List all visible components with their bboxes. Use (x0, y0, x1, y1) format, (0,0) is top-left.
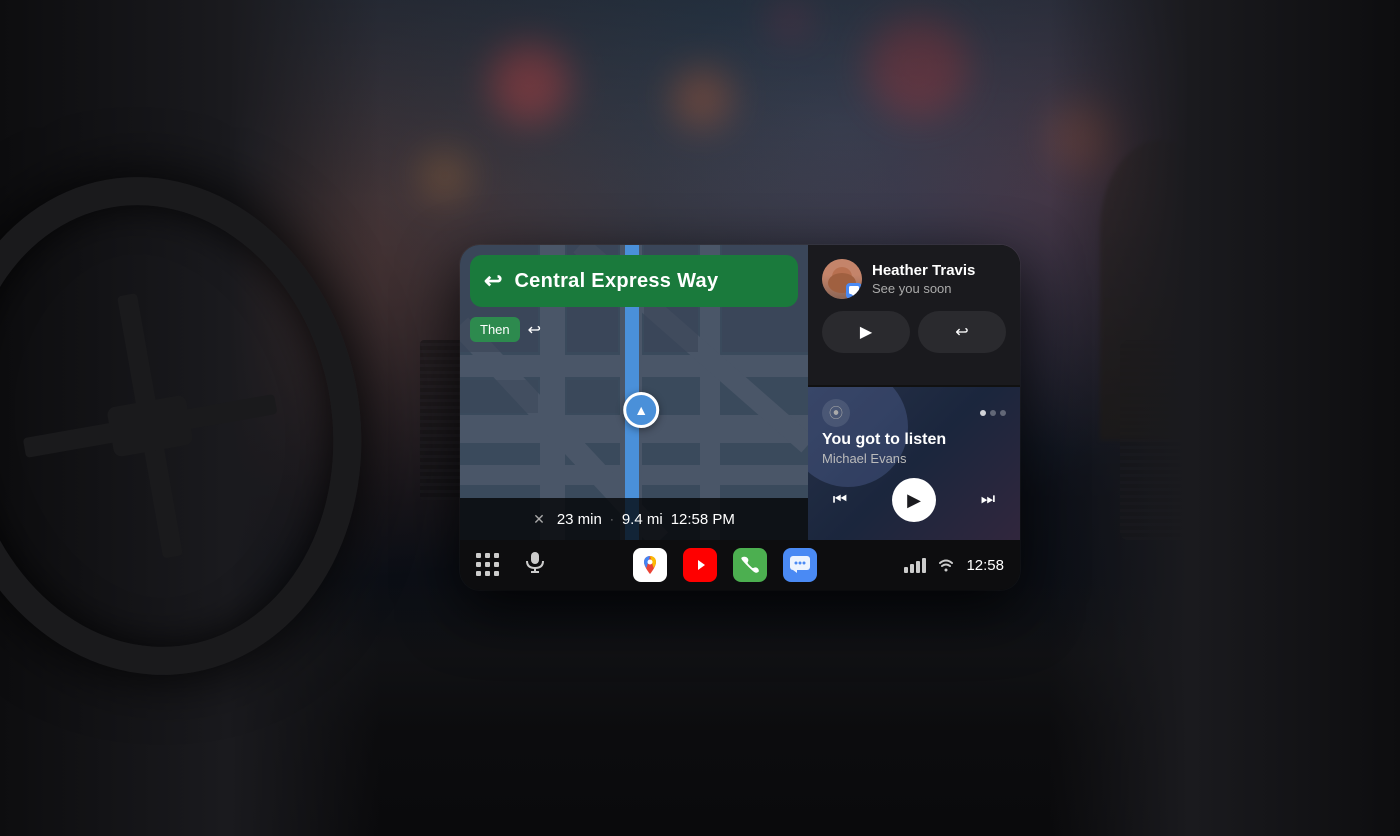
message-badge-icon (849, 286, 859, 296)
music-widget: ⦿ You got to listen Michael Evans ⏮ ▶ (808, 387, 1020, 540)
signal-bar-2 (910, 564, 914, 573)
music-content: ⦿ You got to listen Michael Evans ⏮ ▶ (822, 399, 1006, 522)
navigation-banner: ↩ Central Express Way (470, 255, 798, 307)
turn-left-icon: ↩ (484, 268, 502, 294)
play-pause-button[interactable]: ▶ (892, 478, 936, 522)
maps-app-button[interactable] (633, 548, 667, 582)
nav-right-status: 12:58 (904, 557, 1004, 574)
music-progress-dots (980, 410, 1006, 416)
microphone-button[interactable] (524, 551, 546, 579)
next-track-button[interactable]: ⏭ (970, 482, 1006, 518)
contact-row: Heather Travis See you soon (822, 259, 1006, 299)
android-auto-display: ↩ Central Express Way Then ↩ ✕ 23 min · … (460, 245, 1020, 590)
signal-bar-1 (904, 567, 908, 573)
contact-avatar (822, 259, 862, 299)
apps-grid-button[interactable] (476, 553, 500, 577)
messages-app-button[interactable] (783, 548, 817, 582)
nav-app-shortcuts (633, 548, 817, 582)
phone-logo-icon (740, 555, 760, 575)
grid-dot (476, 562, 481, 567)
reply-message-button[interactable]: ↩ (918, 311, 1006, 353)
grid-dot (494, 562, 499, 567)
music-controls: ⏮ ▶ ⏭ (822, 478, 1006, 522)
signal-strength-icon (904, 558, 926, 573)
music-artist: Michael Evans (822, 451, 1006, 466)
maps-logo-icon (639, 554, 661, 576)
youtube-logo-icon (689, 557, 711, 573)
then-turn-icon: ↩ (528, 320, 541, 340)
eta-bar: ✕ 23 min · 9.4 mi 12:58 PM (460, 498, 808, 540)
map-section[interactable]: ↩ Central Express Way Then ↩ ✕ 23 min · … (460, 245, 808, 540)
then-label: Then (470, 317, 520, 342)
wifi-icon (938, 558, 954, 572)
widgets-panel: Heather Travis See you soon ▶ ↩ ⦿ (808, 245, 1020, 540)
then-instruction: Then ↩ (470, 317, 541, 342)
contact-info: Heather Travis See you soon (872, 262, 1006, 296)
close-icon[interactable]: ✕ (533, 511, 545, 528)
progress-dot (980, 410, 986, 416)
system-clock: 12:58 (966, 557, 1004, 574)
right-panel (1050, 0, 1400, 836)
signal-bar-3 (916, 561, 920, 573)
message-actions: ▶ ↩ (822, 311, 1006, 353)
phone-app-button[interactable] (733, 548, 767, 582)
eta-distance: 9.4 mi (622, 511, 663, 528)
play-icon: ▶ (907, 490, 921, 511)
contact-name: Heather Travis (872, 262, 1006, 279)
eta-arrival-time: 12:58 PM (671, 511, 735, 528)
grid-dot (476, 553, 481, 558)
music-title: You got to listen (822, 431, 1006, 449)
steering-center (106, 394, 193, 457)
signal-bar-4 (922, 558, 926, 573)
youtube-app-button[interactable] (683, 548, 717, 582)
grid-dot (485, 553, 490, 558)
message-widget: Heather Travis See you soon ▶ ↩ (808, 245, 1020, 385)
mic-icon (524, 551, 546, 573)
message-preview: See you soon (872, 281, 1006, 296)
previous-track-button[interactable]: ⏮ (822, 482, 858, 518)
play-message-button[interactable]: ▶ (822, 311, 910, 353)
music-record-icon: ⦿ (822, 399, 850, 427)
nav-left-controls (476, 551, 546, 579)
street-name: Central Express Way (514, 270, 718, 293)
music-top-row: ⦿ (822, 399, 1006, 427)
grid-dot (485, 571, 490, 576)
progress-dot (1000, 410, 1006, 416)
location-marker (623, 392, 659, 428)
skip-forward-icon: ⏭ (981, 491, 995, 509)
reply-icon: ↩ (955, 322, 968, 342)
eta-separator: · (610, 512, 614, 526)
navigation-arrow (623, 392, 659, 428)
message-app-badge (846, 283, 862, 299)
play-icon: ▶ (860, 322, 872, 342)
grid-dot (476, 571, 481, 576)
grid-dot (494, 553, 499, 558)
grid-dot (494, 571, 499, 576)
bottom-nav-bar: 12:58 (460, 540, 1020, 590)
eta-duration: 23 min (557, 511, 602, 528)
progress-dot (990, 410, 996, 416)
grid-dot (485, 562, 490, 567)
messages-logo-icon (789, 555, 811, 575)
skip-back-icon: ⏮ (833, 491, 847, 509)
